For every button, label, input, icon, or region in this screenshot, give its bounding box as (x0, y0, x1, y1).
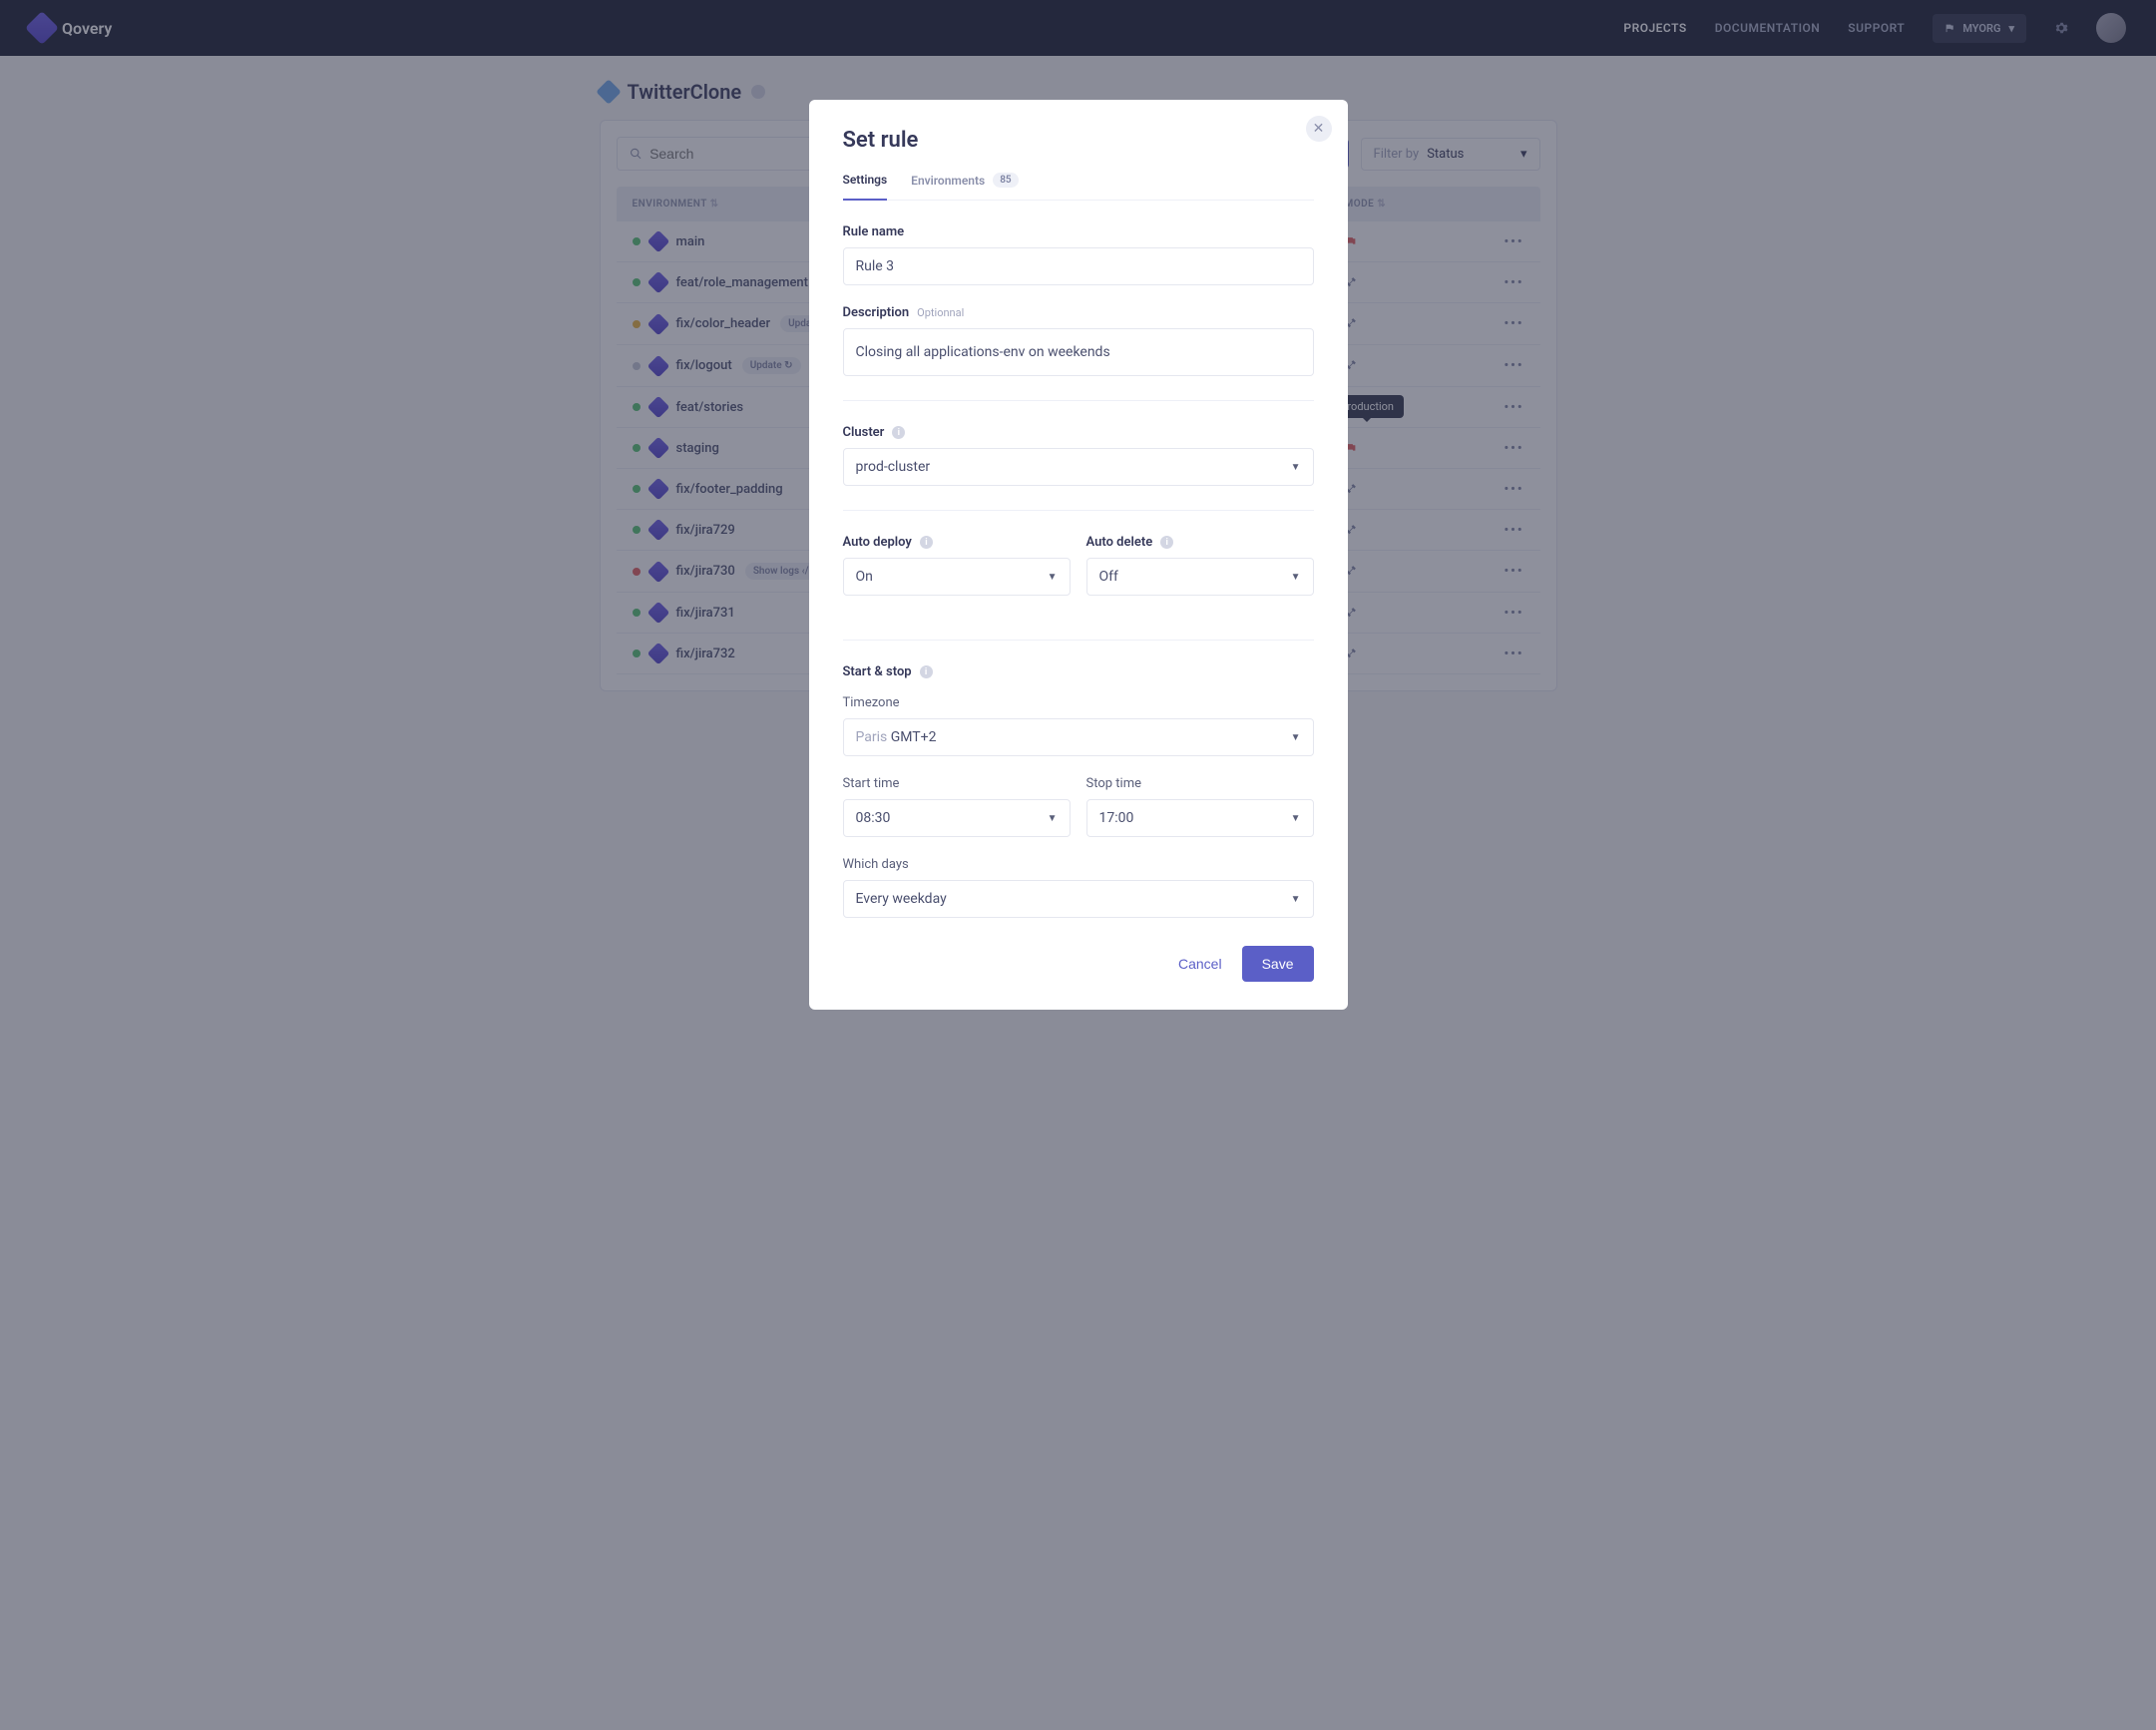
divider (843, 510, 1314, 511)
tab-environments[interactable]: Environments 85 (911, 173, 1018, 200)
description-label: Description (843, 305, 910, 320)
timezone-select[interactable]: Paris GMT+2 ▼ (843, 718, 1314, 756)
which-days-label: Which days (843, 857, 1314, 872)
field-cluster: Cluster i prod-cluster ▼ (843, 425, 1314, 486)
field-which-days: Which days Every weekday ▼ (843, 857, 1314, 918)
chevron-down-icon: ▼ (1048, 813, 1058, 824)
close-icon: ✕ (1313, 121, 1325, 137)
field-auto-delete: Auto delete i Off ▼ (1086, 535, 1314, 596)
start-stop-label: Start & stop (843, 664, 912, 679)
divider (843, 400, 1314, 401)
info-icon[interactable]: i (1160, 536, 1173, 549)
chevron-down-icon: ▼ (1291, 462, 1301, 473)
timezone-label: Timezone (843, 695, 1314, 710)
modal-title: Set rule (843, 128, 1314, 153)
save-button[interactable]: Save (1242, 946, 1314, 982)
chevron-down-icon: ▼ (1291, 732, 1301, 743)
environments-count-badge: 85 (993, 173, 1018, 188)
chevron-down-icon: ▼ (1048, 572, 1058, 583)
description-input[interactable]: Closing all applications-env on weekends (843, 328, 1314, 376)
field-stop-time: Stop time 17:00 ▼ (1086, 776, 1314, 837)
close-button[interactable]: ✕ (1306, 116, 1332, 142)
field-description: Description Optionnal Closing all applic… (843, 305, 1314, 376)
cancel-button[interactable]: Cancel (1178, 956, 1222, 972)
set-rule-modal: ✕ Set rule Settings Environments 85 Rule… (809, 100, 1348, 1010)
start-time-select[interactable]: 08:30 ▼ (843, 799, 1071, 837)
rule-name-label: Rule name (843, 224, 1314, 239)
chevron-down-icon: ▼ (1291, 894, 1301, 905)
stop-time-label: Stop time (1086, 776, 1314, 791)
info-icon[interactable]: i (920, 536, 933, 549)
tab-settings[interactable]: Settings (843, 173, 888, 201)
field-auto-deploy: Auto deploy i On ▼ (843, 535, 1071, 596)
chevron-down-icon: ▼ (1291, 572, 1301, 583)
cluster-select[interactable]: prod-cluster ▼ (843, 448, 1314, 486)
stop-time-select[interactable]: 17:00 ▼ (1086, 799, 1314, 837)
auto-deploy-label: Auto deploy (843, 535, 912, 550)
which-days-select[interactable]: Every weekday ▼ (843, 880, 1314, 918)
field-rule-name: Rule name Rule 3 (843, 224, 1314, 285)
info-icon[interactable]: i (920, 665, 933, 678)
rule-name-input[interactable]: Rule 3 (843, 247, 1314, 285)
auto-delete-select[interactable]: Off ▼ (1086, 558, 1314, 596)
divider (843, 640, 1314, 641)
start-time-label: Start time (843, 776, 1071, 791)
field-timezone: Timezone Paris GMT+2 ▼ (843, 695, 1314, 756)
auto-delete-label: Auto delete (1086, 535, 1153, 550)
cluster-label: Cluster (843, 425, 885, 440)
auto-deploy-select[interactable]: On ▼ (843, 558, 1071, 596)
modal-tabs: Settings Environments 85 (843, 173, 1314, 201)
description-hint: Optionnal (917, 306, 964, 319)
chevron-down-icon: ▼ (1291, 813, 1301, 824)
modal-footer: Cancel Save (843, 946, 1314, 982)
info-icon[interactable]: i (892, 426, 905, 439)
modal-overlay: ✕ Set rule Settings Environments 85 Rule… (0, 0, 2156, 1730)
field-start-time: Start time 08:30 ▼ (843, 776, 1071, 837)
